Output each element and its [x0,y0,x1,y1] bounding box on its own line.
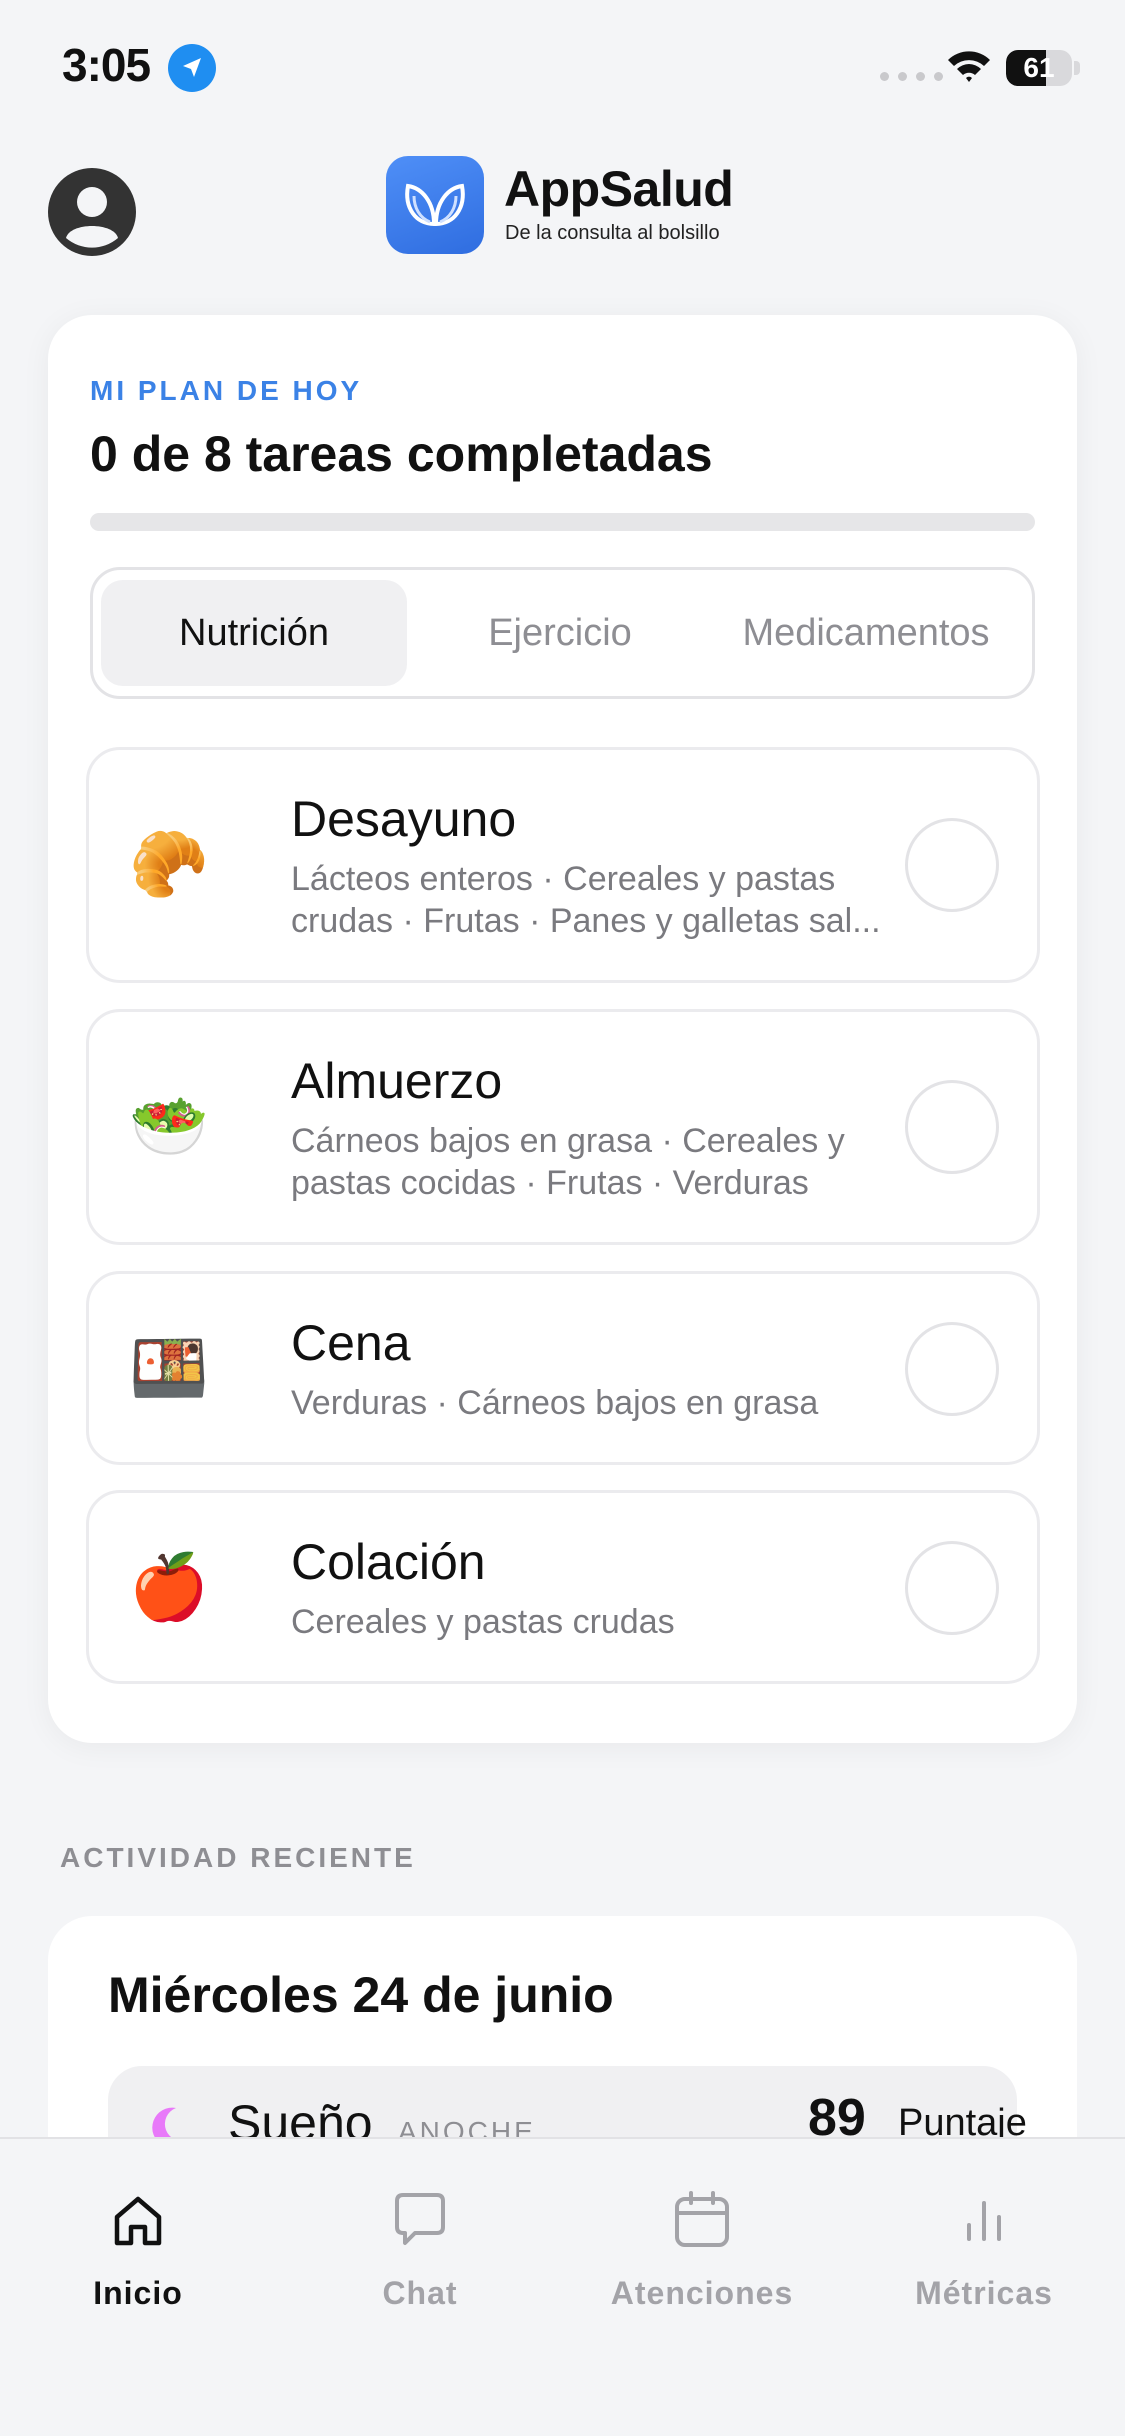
nav-tab-chat[interactable]: Chat [310,2189,530,2312]
battery-level: 61 [1023,52,1055,83]
task-description: Cereales y pastas crudas [291,1603,675,1641]
nav-tab-inicio[interactable]: Inicio [28,2189,248,2312]
nav-label: Métricas [915,2275,1053,2311]
battery-icon: 61 [1006,50,1072,86]
nav-label: Atenciones [610,2275,794,2311]
croissant-icon: 🥐 [129,828,209,900]
user-icon [48,168,136,256]
bento-box-icon: 🍱 [129,1332,209,1404]
home-icon [114,2196,162,2246]
today-plan-card: MI PLAN DE HOY 0 de 8 tareas completadas… [48,315,1077,1743]
task-cena[interactable]: 🍱 Cena Verduras · Cárneos bajos en grasa [86,1271,1040,1465]
chat-icon [395,2193,445,2245]
calendar-icon [675,2191,729,2247]
task-desayuno[interactable]: 🥐 Desayuno Lácteos enteros · Cereales y … [86,747,1040,983]
bottom-tab-bar: Inicio Chat Atenciones Métricas [0,2137,1125,2436]
plan-progress-bar [90,513,1035,531]
app-logo-icon [386,156,484,254]
nav-label: Chat [382,2275,458,2311]
task-title: Desayuno [291,791,517,847]
plan-summary: 0 de 8 tareas completadas [90,426,713,482]
salad-icon: 🥗 [129,1090,209,1162]
task-checkbox[interactable] [905,1322,999,1416]
cellular-signal-icon [880,72,943,81]
task-description: Lácteos enteros · Cereales y pastas crud… [291,860,881,940]
task-checkbox[interactable] [905,818,999,912]
task-checkbox[interactable] [905,1080,999,1174]
task-title: Colación [291,1534,486,1590]
wifi-icon [946,48,992,89]
plan-eyebrow: MI PLAN DE HOY [90,375,363,406]
activity-day-title: Miércoles 24 de junio [108,1967,614,2023]
battery-tip [1074,61,1080,75]
task-checkbox[interactable] [905,1541,999,1635]
profile-avatar-button[interactable] [46,166,138,258]
app-name: AppSalud [504,161,734,217]
nav-label: Inicio [93,2275,183,2311]
apple-icon: 🍎 [129,1551,209,1623]
task-colacion[interactable]: 🍎 Colación Cereales y pastas crudas [86,1490,1040,1684]
tab-medicamentos[interactable]: Medicamentos [713,580,1019,686]
tab-ejercicio[interactable]: Ejercicio [407,580,713,686]
status-time: 3:05 [62,39,151,91]
task-description: Verduras · Cárneos bajos en grasa [291,1384,819,1422]
app-tagline: De la consulta al bolsillo [505,222,720,244]
category-tabs: Nutrición Ejercicio Medicamentos [90,567,1035,699]
recent-activity-label: ACTIVIDAD RECIENTE [60,1842,416,1873]
task-title: Almuerzo [291,1053,503,1109]
task-description: Cárneos bajos en grasa · Cereales y past… [291,1122,845,1202]
task-title: Cena [291,1315,411,1371]
task-almuerzo[interactable]: 🥗 Almuerzo Cárneos bajos en grasa · Cere… [86,1009,1040,1245]
bar-chart-icon [967,2201,1001,2241]
status-bar: 3:05 61 [0,0,1125,135]
location-arrow-icon [168,44,216,92]
nav-tab-atenciones[interactable]: Atenciones [592,2189,812,2312]
nav-tab-metricas[interactable]: Métricas [874,2189,1094,2312]
tab-nutricion[interactable]: Nutrición [101,580,407,686]
